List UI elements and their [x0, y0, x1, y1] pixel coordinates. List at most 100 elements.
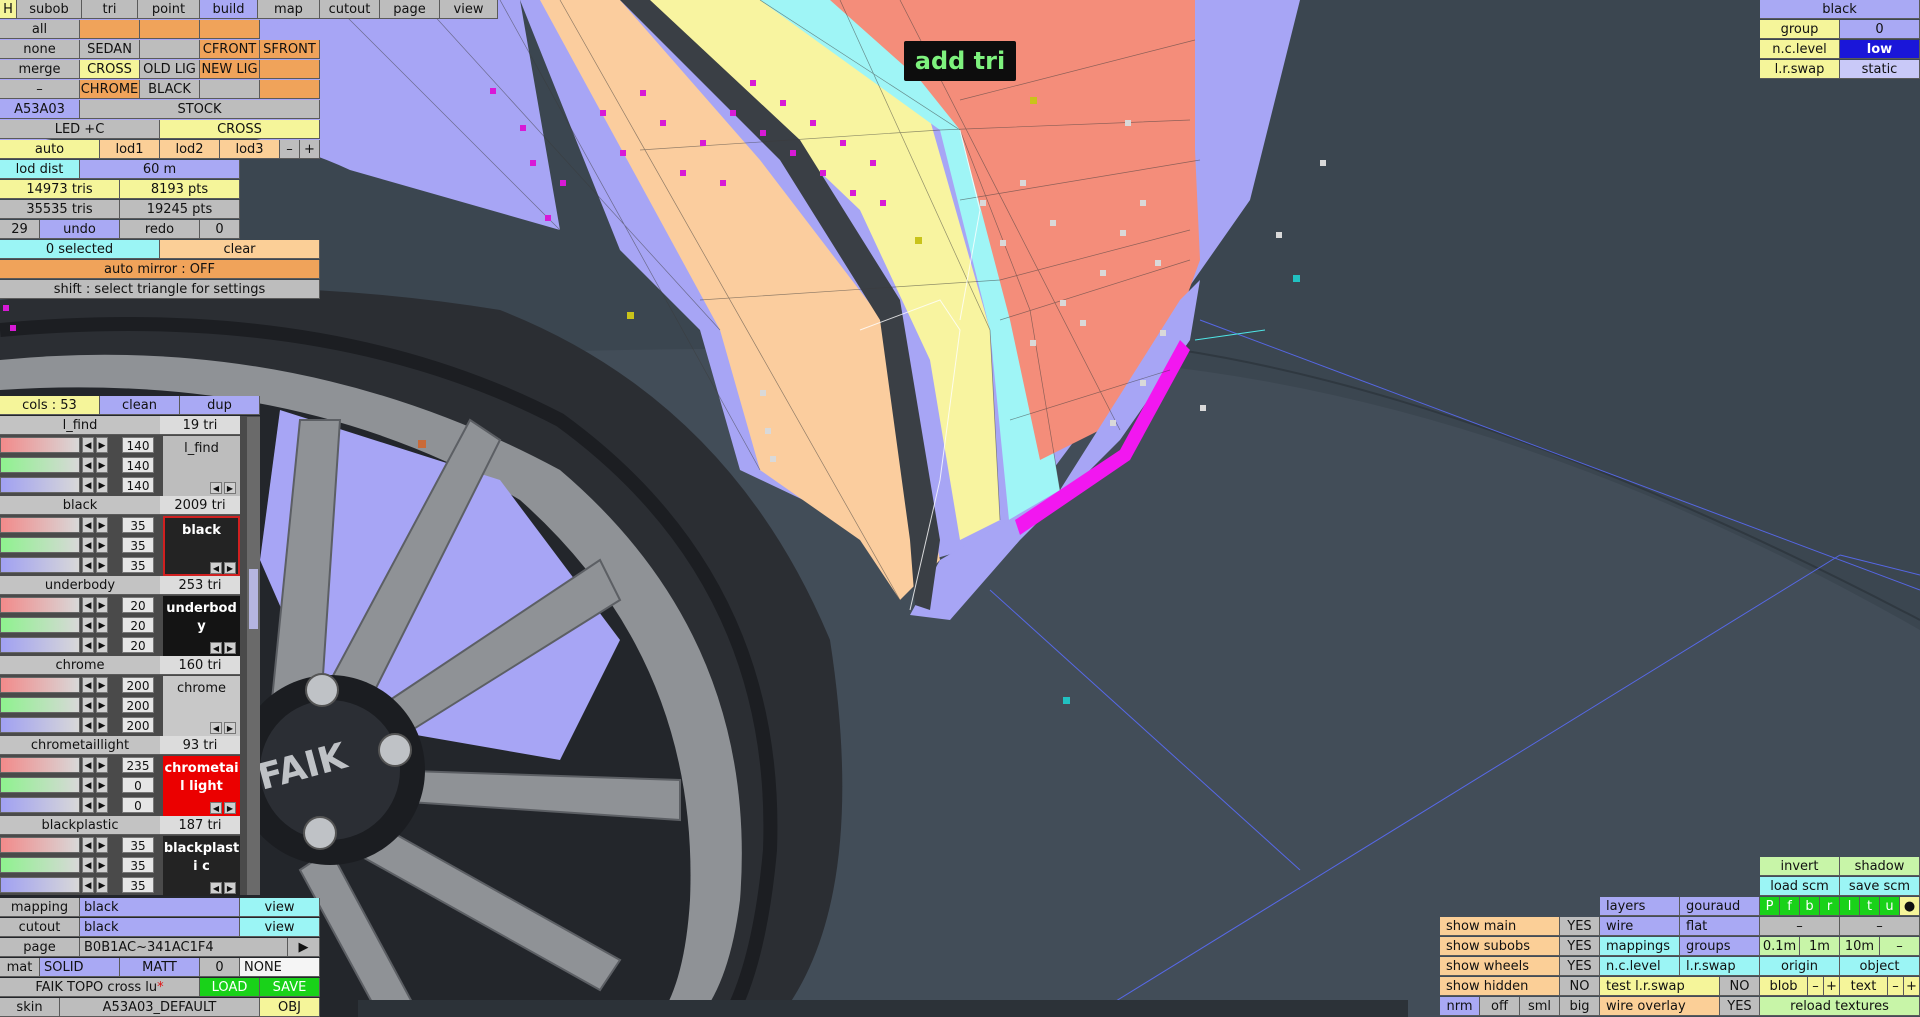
- stock-button[interactable]: STOCK: [80, 100, 320, 119]
- clear-button[interactable]: clear: [160, 240, 320, 259]
- b-decrement-icon[interactable]: ◀: [82, 637, 94, 653]
- tab-point[interactable]: point: [138, 0, 200, 19]
- cfront-button[interactable]: CFRONT: [200, 40, 260, 59]
- swatch-next-icon[interactable]: ▶: [224, 562, 236, 574]
- b-decrement-icon[interactable]: ◀: [82, 877, 94, 893]
- b-slider[interactable]: [0, 637, 80, 653]
- tab-build[interactable]: build: [200, 0, 258, 19]
- sml-button[interactable]: sml: [1520, 997, 1560, 1016]
- b-slider[interactable]: [0, 477, 80, 493]
- g-increment-icon[interactable]: ▶: [96, 617, 108, 633]
- show-main-toggle[interactable]: YES: [1560, 917, 1600, 936]
- show-wheels-toggle[interactable]: YES: [1560, 957, 1600, 976]
- lod-plus-button[interactable]: +: [300, 140, 320, 159]
- material-name[interactable]: blackplastic: [0, 816, 160, 835]
- off-button[interactable]: off: [1480, 997, 1520, 1016]
- g-increment-icon[interactable]: ▶: [96, 537, 108, 553]
- blob-plus-button[interactable]: +: [1824, 977, 1840, 996]
- g-increment-icon[interactable]: ▶: [96, 857, 108, 873]
- g-slider[interactable]: [0, 777, 80, 793]
- dash-button-1[interactable]: –: [1760, 917, 1840, 936]
- dist-01m-button[interactable]: 0.1m: [1760, 937, 1800, 956]
- variant-empty-3[interactable]: [200, 80, 260, 99]
- g-decrement-icon[interactable]: ◀: [82, 697, 94, 713]
- variant-slot-2[interactable]: [140, 20, 200, 39]
- g-value[interactable]: 0: [122, 777, 154, 793]
- r-value[interactable]: 20: [122, 597, 154, 613]
- lr-swap-value[interactable]: static: [1840, 60, 1920, 79]
- swatch-prev-icon[interactable]: ◀: [210, 642, 222, 654]
- b-increment-icon[interactable]: ▶: [96, 717, 108, 733]
- swatch-prev-icon[interactable]: ◀: [210, 722, 222, 734]
- r-value[interactable]: 200: [122, 677, 154, 693]
- matt-button[interactable]: MATT: [120, 958, 200, 977]
- scrollbar-thumb[interactable]: [249, 569, 258, 629]
- material-name[interactable]: underbody: [0, 576, 160, 595]
- b-value[interactable]: 0: [122, 797, 154, 813]
- g-increment-icon[interactable]: ▶: [96, 697, 108, 713]
- solid-button[interactable]: SOLID: [40, 958, 120, 977]
- r-slider[interactable]: [0, 837, 80, 853]
- r-decrement-icon[interactable]: ◀: [82, 677, 94, 693]
- layer-toggle-4[interactable]: l: [1840, 897, 1860, 916]
- material-name[interactable]: l_find: [0, 416, 160, 435]
- b-slider[interactable]: [0, 877, 80, 893]
- b-increment-icon[interactable]: ▶: [96, 477, 108, 493]
- variant-slot-3[interactable]: [200, 20, 260, 39]
- show-subobs-toggle[interactable]: YES: [1560, 937, 1600, 956]
- save-button[interactable]: SAVE: [260, 978, 320, 997]
- r-increment-icon[interactable]: ▶: [96, 837, 108, 853]
- b-increment-icon[interactable]: ▶: [96, 797, 108, 813]
- blob-button[interactable]: blob: [1760, 977, 1808, 996]
- g-value[interactable]: 35: [122, 537, 154, 553]
- text-plus-button[interactable]: +: [1904, 977, 1920, 996]
- dist-10m-button[interactable]: 10m: [1840, 937, 1880, 956]
- r-slider[interactable]: [0, 597, 80, 613]
- groups-button[interactable]: groups: [1680, 937, 1760, 956]
- g-increment-icon[interactable]: ▶: [96, 777, 108, 793]
- g-increment-icon[interactable]: ▶: [96, 457, 108, 473]
- layer-toggle-5[interactable]: t: [1860, 897, 1880, 916]
- nrm-button[interactable]: nrm: [1440, 997, 1480, 1016]
- g-decrement-icon[interactable]: ◀: [82, 537, 94, 553]
- cutout-view-button[interactable]: view: [240, 918, 320, 937]
- old-lig-button[interactable]: OLD LIG: [140, 60, 200, 79]
- all-button[interactable]: all: [0, 20, 80, 39]
- dist-1m-button[interactable]: 1m: [1800, 937, 1840, 956]
- g-slider[interactable]: [0, 617, 80, 633]
- mapping-value[interactable]: black: [80, 898, 240, 917]
- swatch-prev-icon[interactable]: ◀: [210, 562, 222, 574]
- skin-value[interactable]: A53A03_DEFAULT: [60, 998, 260, 1017]
- r-slider[interactable]: [0, 677, 80, 693]
- lod-minus-button[interactable]: –: [280, 140, 300, 159]
- sedan-button[interactable]: SEDAN: [80, 40, 140, 59]
- tab-subob[interactable]: subob: [17, 0, 82, 19]
- layer-toggle-2[interactable]: b: [1800, 897, 1820, 916]
- blob-minus-button[interactable]: –: [1808, 977, 1824, 996]
- tab-tri[interactable]: tri: [82, 0, 138, 19]
- swatch-next-icon[interactable]: ▶: [224, 722, 236, 734]
- b-increment-icon[interactable]: ▶: [96, 877, 108, 893]
- auto-mirror-toggle[interactable]: auto mirror : OFF: [0, 260, 320, 279]
- g-slider[interactable]: [0, 697, 80, 713]
- material-name[interactable]: chrome: [0, 656, 160, 675]
- dup-button[interactable]: dup: [180, 396, 260, 415]
- origin-button[interactable]: origin: [1760, 957, 1840, 976]
- lod3-button[interactable]: lod3: [220, 140, 280, 159]
- layer-toggle-0[interactable]: P: [1760, 897, 1780, 916]
- tab-map[interactable]: map: [258, 0, 320, 19]
- r-decrement-icon[interactable]: ◀: [82, 517, 94, 533]
- r-increment-icon[interactable]: ▶: [96, 677, 108, 693]
- load-button[interactable]: LOAD: [200, 978, 260, 997]
- b-value[interactable]: 200: [122, 717, 154, 733]
- tab-page[interactable]: page: [380, 0, 440, 19]
- r-value[interactable]: 140: [122, 437, 154, 453]
- material-name[interactable]: chrometaillight: [0, 736, 160, 755]
- r-decrement-icon[interactable]: ◀: [82, 437, 94, 453]
- g-value[interactable]: 200: [122, 697, 154, 713]
- b-increment-icon[interactable]: ▶: [96, 557, 108, 573]
- g-slider[interactable]: [0, 857, 80, 873]
- tab-cutout[interactable]: cutout: [320, 0, 380, 19]
- swatch-prev-icon[interactable]: ◀: [210, 802, 222, 814]
- r-slider[interactable]: [0, 437, 80, 453]
